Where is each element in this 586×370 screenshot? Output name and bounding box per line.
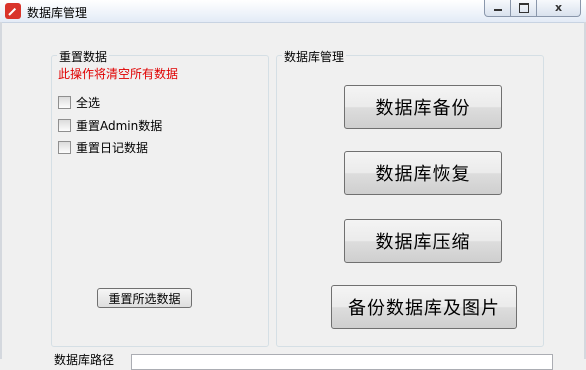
select-all-label: 全选 bbox=[76, 95, 101, 110]
backup-db-and-images-button[interactable]: 备份数据库及图片 bbox=[331, 285, 517, 329]
reset-diary-option[interactable]: 重置日记数据 bbox=[58, 139, 148, 155]
reset-diary-label: 重置日记数据 bbox=[76, 140, 149, 155]
title-bar: 数据库管理 x bbox=[0, 0, 586, 23]
window-title: 数据库管理 bbox=[27, 6, 88, 20]
db-group-title: 数据库管理 bbox=[282, 48, 347, 65]
close-icon: x bbox=[554, 1, 563, 14]
select-all-option[interactable]: 全选 bbox=[58, 94, 100, 110]
reset-data-group: 重置数据 此操作将清空所有数据 全选 重置Admin数据 重置日记数据 重置所选… bbox=[51, 48, 269, 347]
reset-warning-text: 此操作将清空所有数据 bbox=[58, 67, 179, 81]
select-all-checkbox[interactable] bbox=[58, 95, 71, 109]
minimize-icon bbox=[494, 9, 502, 11]
reset-selected-button[interactable]: 重置所选数据 bbox=[97, 288, 192, 308]
maximize-icon bbox=[519, 3, 529, 13]
reset-admin-checkbox[interactable] bbox=[58, 118, 71, 132]
reset-admin-option[interactable]: 重置Admin数据 bbox=[58, 117, 162, 133]
restore-database-button[interactable]: 数据库恢复 bbox=[344, 151, 502, 195]
reset-admin-label: 重置Admin数据 bbox=[76, 118, 163, 133]
window-controls: x bbox=[484, 0, 581, 18]
close-button[interactable]: x bbox=[537, 0, 581, 17]
compress-database-button[interactable]: 数据库压缩 bbox=[344, 219, 502, 263]
window-border-left bbox=[0, 22, 2, 359]
reset-group-title: 重置数据 bbox=[57, 48, 110, 65]
database-management-group: 数据库管理 数据库备份 数据库恢复 数据库压缩 备份数据库及图片 bbox=[276, 48, 544, 347]
maximize-button[interactable] bbox=[511, 0, 537, 17]
database-path-field[interactable] bbox=[131, 354, 553, 370]
database-path-label: 数据库路径 bbox=[54, 353, 115, 367]
minimize-button[interactable] bbox=[484, 0, 511, 17]
reset-diary-checkbox[interactable] bbox=[58, 140, 71, 154]
app-icon bbox=[5, 3, 21, 19]
backup-database-button[interactable]: 数据库备份 bbox=[344, 85, 502, 129]
